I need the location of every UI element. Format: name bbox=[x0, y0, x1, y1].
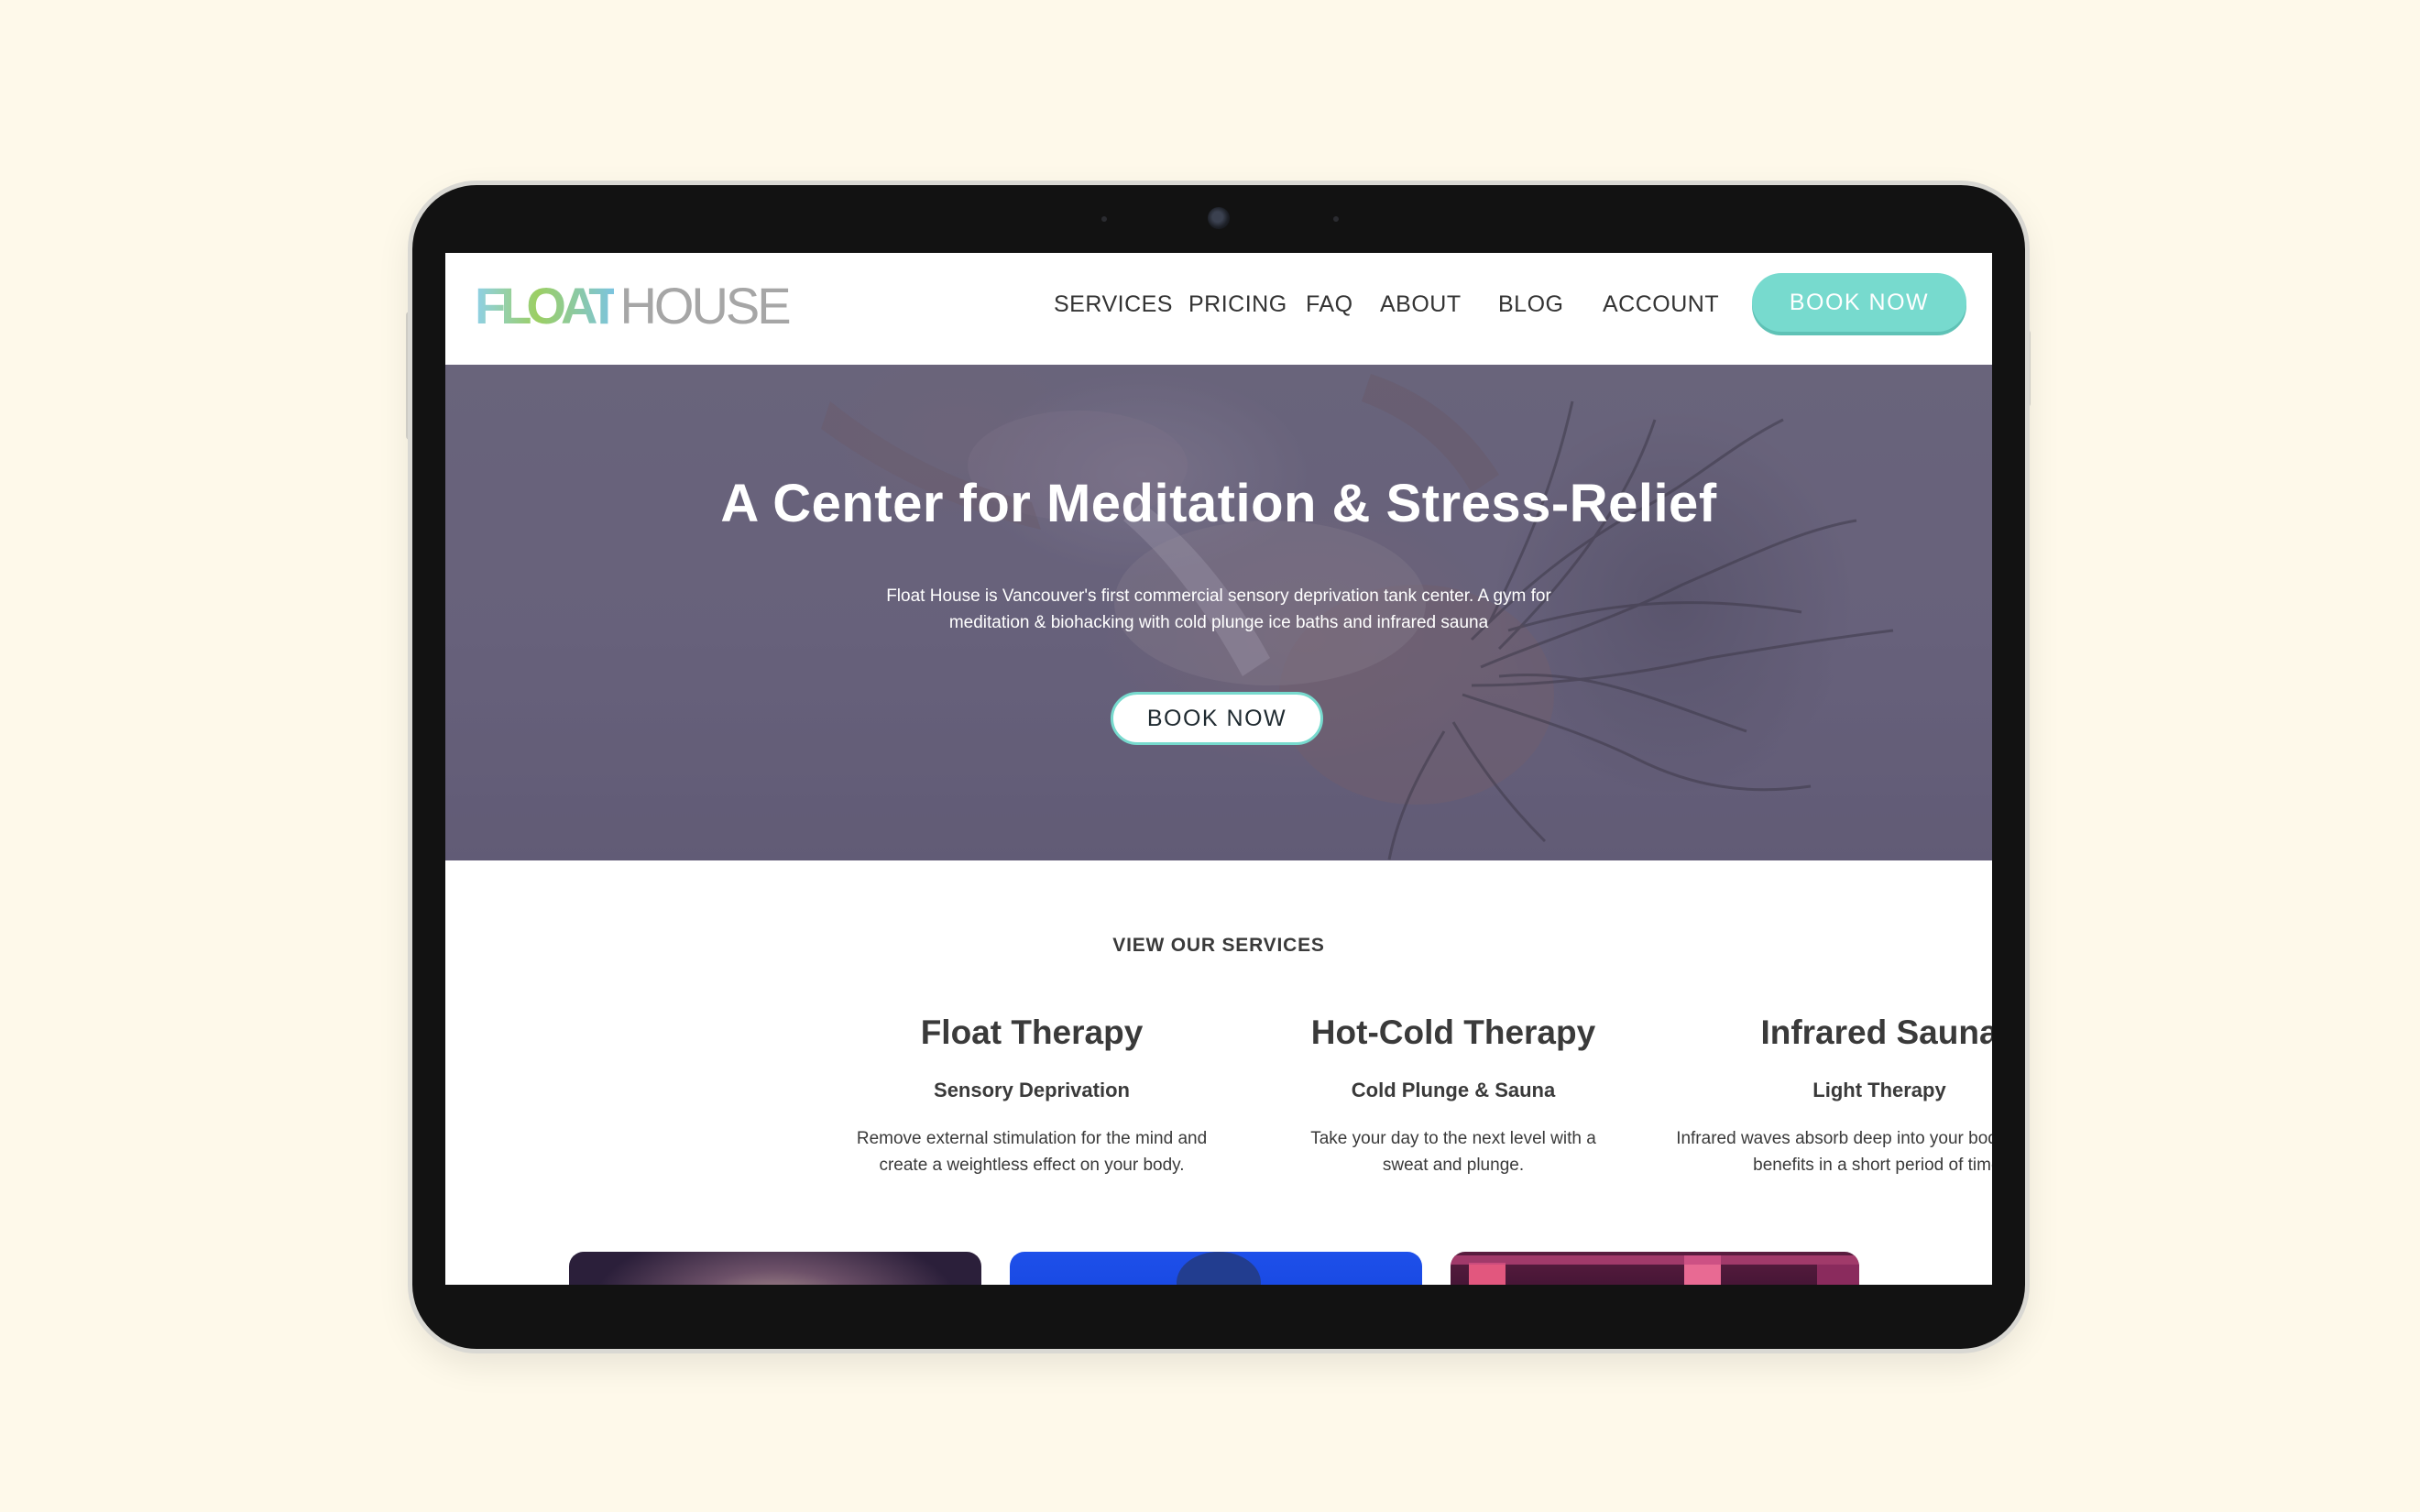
float-therapy-image-card[interactable] bbox=[569, 1252, 981, 1285]
hero-title: A Center for Meditation & Stress-Relief bbox=[720, 474, 1717, 533]
service-infrared-sauna[interactable]: Infrared Sauna Light Therapy Infrared wa… bbox=[1669, 1012, 1992, 1178]
front-camera-icon bbox=[1208, 207, 1230, 229]
sensor-dot bbox=[1101, 216, 1107, 222]
service-title: Hot-Cold Therapy bbox=[1310, 1013, 1596, 1051]
service-description: Take your day to the next level with a s… bbox=[1310, 1129, 1596, 1175]
infrared-sauna-image-card[interactable] bbox=[1451, 1252, 1859, 1285]
hot-cold-therapy-image-card[interactable] bbox=[1010, 1252, 1422, 1285]
service-description: Infrared waves absorb deep into your bod… bbox=[1676, 1129, 1992, 1175]
infrared-sauna-image bbox=[1451, 1255, 1859, 1285]
service-title: Float Therapy bbox=[920, 1013, 1144, 1051]
floathouse-logo[interactable]: FLOAT HOUSE bbox=[475, 277, 792, 334]
service-float-therapy[interactable]: Float Therapy Sensory Deprivation Remove… bbox=[830, 1012, 1233, 1178]
service-description: Remove external stimulation for the mind… bbox=[856, 1129, 1208, 1175]
logo-house-text: HOUSE bbox=[619, 277, 791, 334]
sensor-dot bbox=[1333, 216, 1339, 222]
nav-account[interactable]: ACCOUNT bbox=[1603, 291, 1719, 318]
service-subtitle: Cold Plunge & Sauna bbox=[1351, 1079, 1556, 1101]
hot-cold-therapy-image bbox=[1177, 1252, 1261, 1285]
hero-subtitle: Float House is Vancouver's first commerc… bbox=[886, 586, 1551, 632]
service-subtitle: Light Therapy bbox=[1812, 1079, 1946, 1101]
services-heading[interactable]: VIEW OUR SERVICES bbox=[445, 935, 1992, 957]
service-hot-cold-therapy[interactable]: Hot-Cold Therapy Cold Plunge & Sauna Tak… bbox=[1288, 1012, 1618, 1178]
nav-pricing[interactable]: PRICING bbox=[1188, 291, 1287, 318]
hero-banner: A Center for Meditation & Stress-Relief … bbox=[445, 365, 1992, 860]
service-title: Infrared Sauna bbox=[1760, 1013, 1992, 1051]
logo-float-text: FLOAT bbox=[475, 277, 619, 334]
nav-blog[interactable]: BLOG bbox=[1498, 291, 1563, 318]
website-screen: FLOAT HOUSE SERVICES PRICING FAQ ABOUT BL… bbox=[445, 253, 1992, 1285]
nav-services[interactable]: SERVICES bbox=[1054, 291, 1173, 318]
service-subtitle: Sensory Deprivation bbox=[934, 1079, 1130, 1101]
hero-book-now-button[interactable]: BOOK NOW bbox=[1111, 692, 1323, 745]
site-header: FLOAT HOUSE SERVICES PRICING FAQ ABOUT BL… bbox=[445, 253, 1992, 365]
nav-faq[interactable]: FAQ bbox=[1306, 291, 1353, 318]
nav-about[interactable]: ABOUT bbox=[1380, 291, 1462, 318]
device-side-button-right bbox=[2024, 330, 2031, 407]
header-book-now-button[interactable]: BOOK NOW bbox=[1752, 273, 1966, 332]
